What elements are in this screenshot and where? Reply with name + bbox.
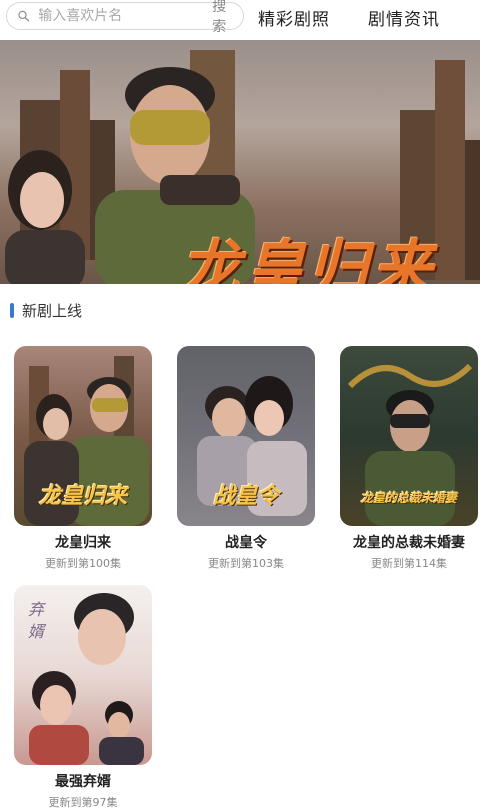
section-title: 新剧上线 <box>22 302 83 320</box>
banner-poster-title: 龙皇归来 <box>180 234 436 284</box>
top-header: 搜索 精彩剧照 剧情资讯 <box>0 0 480 38</box>
drama-card[interactable]: 龙皇归来 龙皇归来 更新到第100集 <box>13 346 153 571</box>
search-box[interactable]: 搜索 <box>6 0 244 35</box>
poster-title-text: 龙皇归来 <box>38 483 127 509</box>
poster-title-text: 龙皇的总裁未婚妻 <box>360 491 457 505</box>
tab-plot-news[interactable]: 剧情资讯 <box>368 5 440 30</box>
search-button[interactable]: 搜索 <box>212 0 229 36</box>
drama-card[interactable]: 弃 婿 最强弃婿 更新到第97集 <box>13 585 153 810</box>
featured-banner[interactable]: 龙皇归来 <box>0 40 480 284</box>
svg-text:婿: 婿 <box>28 622 47 641</box>
search-input[interactable] <box>38 4 213 28</box>
svg-text:弃: 弃 <box>28 600 47 619</box>
drama-episode-status: 更新到第97集 <box>48 796 118 809</box>
new-drama-section-header: 新剧上线 <box>10 300 82 321</box>
drama-title: 战皇令 <box>225 535 267 551</box>
poster-title-text: 战皇令 <box>212 483 279 509</box>
drama-title: 龙皇的总裁未婚妻 <box>353 535 465 551</box>
drama-title: 最强弃婿 <box>55 774 111 790</box>
drama-poster: 龙皇的总裁未婚妻 <box>340 346 478 526</box>
drama-episode-status: 更新到第114集 <box>371 557 447 570</box>
poster-art: 弃 婿 <box>28 593 144 765</box>
tab-stills[interactable]: 精彩剧照 <box>258 5 330 30</box>
drama-card[interactable]: 战皇令 战皇令 更新到第103集 <box>176 346 316 571</box>
drama-poster: 战皇令 <box>177 346 315 526</box>
drama-title: 龙皇归来 <box>55 535 111 551</box>
drama-poster: 弃 婿 <box>14 585 152 765</box>
search-icon <box>18 10 30 22</box>
drama-episode-status: 更新到第100集 <box>45 557 121 570</box>
drama-episode-status: 更新到第103集 <box>208 557 284 570</box>
drama-card[interactable]: 龙皇的总裁未婚妻 龙皇的总裁未婚妻 更新到第114集 <box>339 346 479 571</box>
section-accent-bar <box>10 303 14 318</box>
drama-poster: 龙皇归来 <box>14 346 152 526</box>
